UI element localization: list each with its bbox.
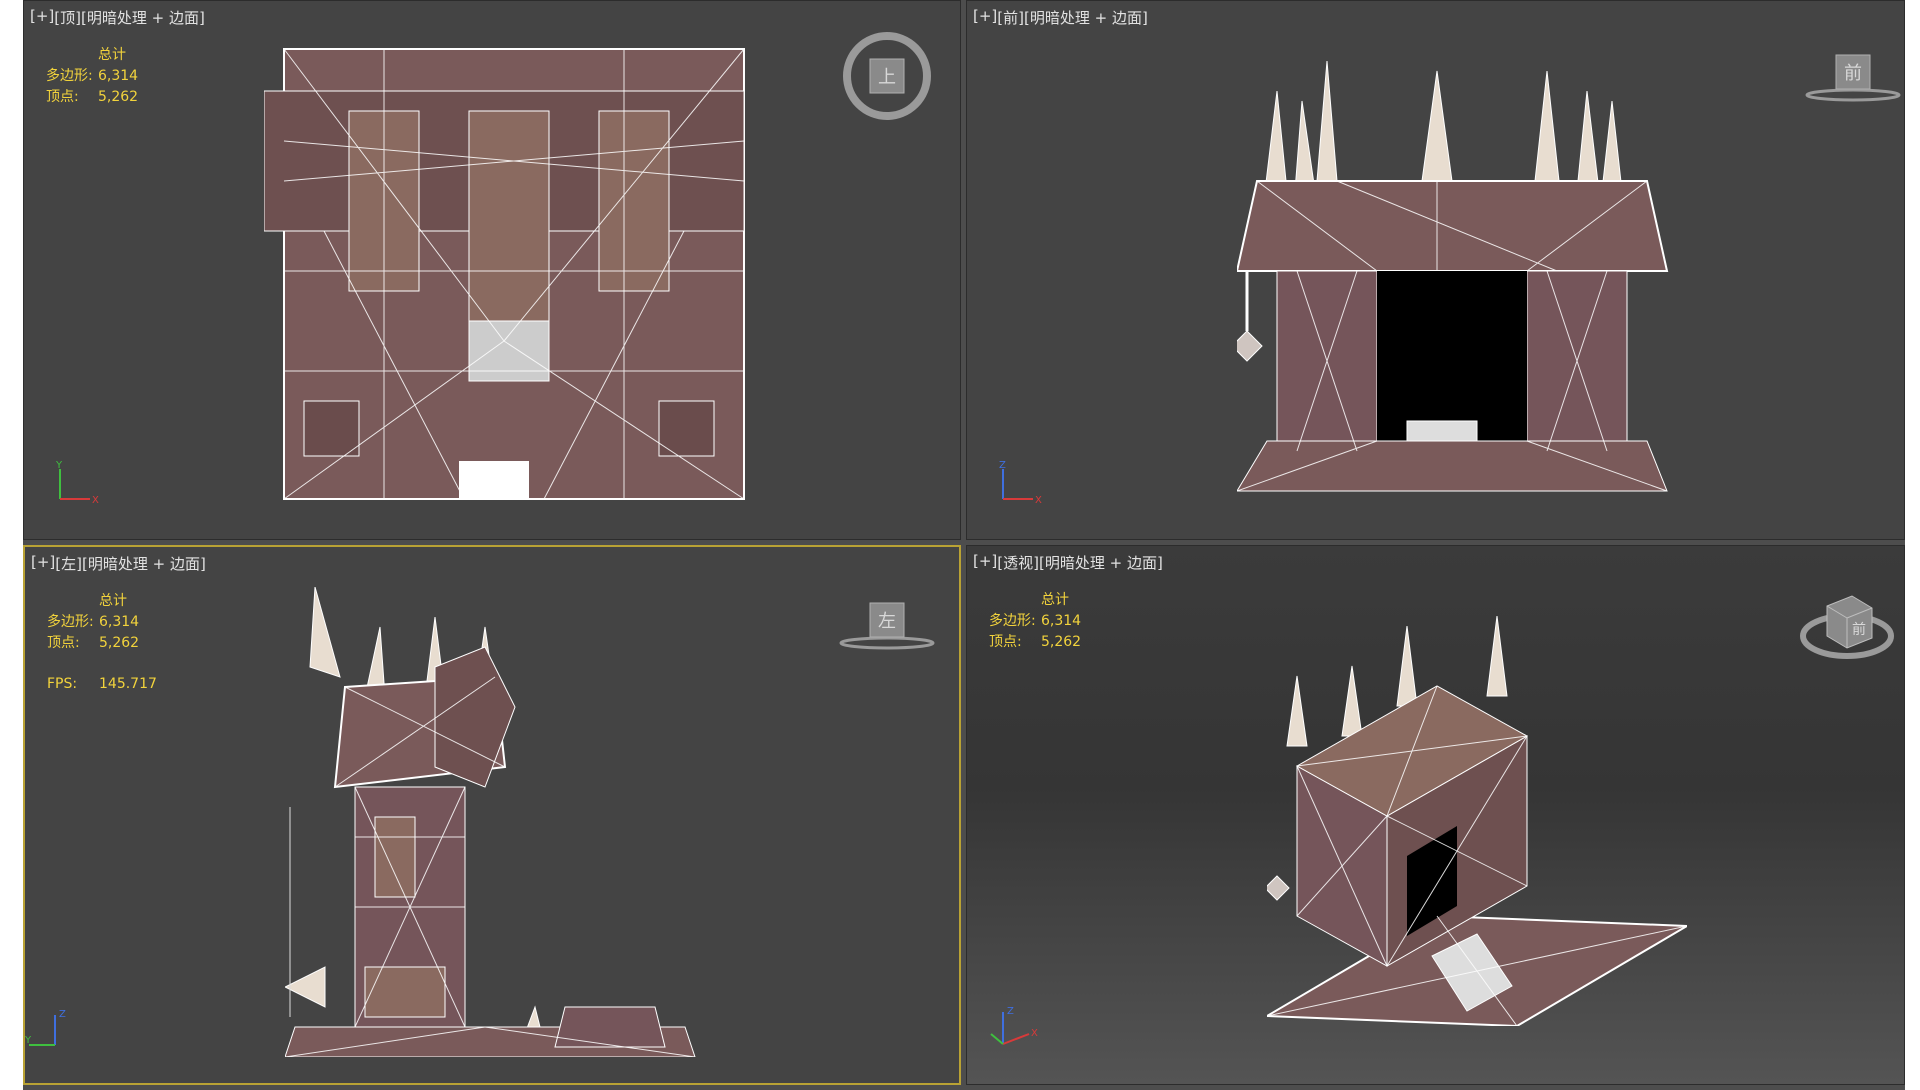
axis-tripod: Y Z bbox=[25, 1009, 66, 1046]
viewport-label: [+] [顶] [明暗处理 + 边面] bbox=[30, 7, 205, 28]
viewcube-face-label: 前 bbox=[1852, 621, 1866, 638]
axis-h-label: X bbox=[92, 495, 99, 506]
viewcube-face-label: 前 bbox=[1844, 63, 1862, 84]
axis-h-label: X bbox=[1035, 495, 1042, 506]
vertex-label: 顶点: bbox=[989, 634, 1022, 650]
viewport-left[interactable]: [+] [左] [明暗处理 + 边面] 总计 多边形: 6,314 顶点: 5,26… bbox=[23, 545, 961, 1085]
viewcube-face-label: 左 bbox=[878, 611, 896, 632]
vertex-count: 5,262 bbox=[98, 89, 139, 105]
viewport-top[interactable]: [+] [顶] [明暗处理 + 边面] 总计 多边形: 6,314 顶点: 5,26… bbox=[23, 0, 961, 540]
model-left-view bbox=[285, 587, 696, 1057]
polygon-count: 6,314 bbox=[98, 68, 139, 84]
viewport-label: [+] [透视] [明暗处理 + 边面] bbox=[973, 552, 1163, 573]
axis-v-label: Z bbox=[999, 460, 1006, 471]
viewport-shading-menu[interactable]: [明暗处理 + 边面] bbox=[82, 553, 206, 574]
polygon-count: 6,314 bbox=[1041, 613, 1082, 629]
model-front-view bbox=[1237, 60, 1669, 492]
stats-overlay: 总计 多边形: 6,314 顶点: 5,262 bbox=[989, 590, 1081, 653]
viewport-view-menu[interactable]: [透视] bbox=[997, 552, 1039, 573]
viewcube-front[interactable]: 前 bbox=[1803, 49, 1903, 109]
axis-tripod: X Y bbox=[55, 460, 99, 506]
fps-label: FPS: bbox=[47, 676, 78, 692]
viewcube-face-label: 上 bbox=[878, 67, 896, 88]
viewport-layout: [+] [顶] [明暗处理 + 边面] 总计 多边形: 6,314 顶点: 5,26… bbox=[23, 0, 1905, 1090]
viewport-shading-menu[interactable]: [明暗处理 + 边面] bbox=[1039, 552, 1163, 573]
viewport-perspective[interactable]: [+] [透视] [明暗处理 + 边面] 总计 多边形: 6,314 顶点: 5,2… bbox=[966, 545, 1905, 1085]
viewport-menu-plus[interactable]: [+] bbox=[30, 7, 54, 28]
viewport-view-menu[interactable]: [左] bbox=[55, 553, 82, 574]
model-top-view bbox=[264, 48, 745, 500]
polygon-label: 多边形: bbox=[989, 613, 1036, 629]
axis-h-label: X bbox=[1031, 1028, 1038, 1039]
stats-title: 总计 bbox=[1041, 592, 1069, 608]
viewport-view-menu[interactable]: [前] bbox=[997, 7, 1024, 28]
axis-v-label: Z bbox=[59, 1009, 66, 1020]
viewport-label: [+] [前] [明暗处理 + 边面] bbox=[973, 7, 1148, 28]
stats-overlay: 总计 多边形: 6,314 顶点: 5,262 FPS: 145.717 bbox=[47, 591, 157, 695]
viewport-shading-menu[interactable]: [明暗处理 + 边面] bbox=[1024, 7, 1148, 28]
model-perspective-view bbox=[1267, 616, 1687, 1026]
stats-title: 总计 bbox=[98, 47, 126, 63]
polygon-label: 多边形: bbox=[47, 614, 94, 630]
viewport-shading-menu[interactable]: [明暗处理 + 边面] bbox=[81, 7, 205, 28]
viewcube-perspective[interactable]: 前 bbox=[1797, 586, 1897, 666]
axis-v-label: Y bbox=[55, 460, 63, 471]
viewport-view-menu[interactable]: [顶] bbox=[54, 7, 81, 28]
axis-v-label: Z bbox=[1007, 1006, 1014, 1017]
viewcube-top[interactable]: 上 bbox=[842, 31, 932, 121]
stats-title: 总计 bbox=[99, 593, 127, 609]
vertex-count: 5,262 bbox=[99, 635, 140, 651]
viewcube-left[interactable]: 左 bbox=[837, 597, 937, 657]
vertex-label: 顶点: bbox=[47, 635, 80, 651]
vertex-count: 5,262 bbox=[1041, 634, 1082, 650]
viewport-menu-plus[interactable]: [+] bbox=[973, 552, 997, 573]
axis-tripod: X Z bbox=[990, 1006, 1038, 1045]
fps-value: 145.717 bbox=[99, 676, 157, 692]
viewport-label: [+] [左] [明暗处理 + 边面] bbox=[31, 553, 206, 574]
viewport-menu-plus[interactable]: [+] bbox=[973, 7, 997, 28]
axis-tripod: X Z bbox=[999, 460, 1042, 506]
vertex-label: 顶点: bbox=[46, 89, 79, 105]
polygon-count: 6,314 bbox=[99, 614, 140, 630]
axis-h-label: Y bbox=[25, 1035, 32, 1046]
viewport-menu-plus[interactable]: [+] bbox=[31, 553, 55, 574]
stats-overlay: 总计 多边形: 6,314 顶点: 5,262 bbox=[46, 45, 138, 108]
viewport-front[interactable]: [+] [前] [明暗处理 + 边面] 前 X Z bbox=[966, 0, 1905, 540]
polygon-label: 多边形: bbox=[46, 68, 93, 84]
